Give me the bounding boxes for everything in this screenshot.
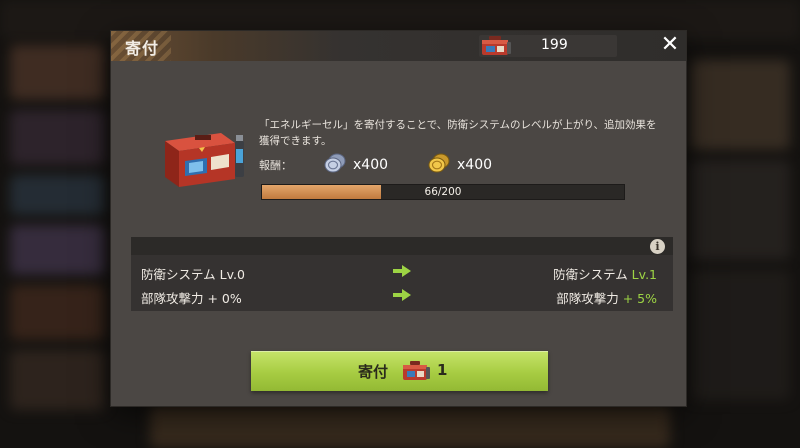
dialog-title: 寄付 [125,39,160,58]
donate-button[interactable]: 寄付 1 [251,351,548,391]
stat-before: 部隊攻撃力 + 0% [141,291,242,306]
donate-dialog: 寄付 199 ✕ 「エネルギーセル」を寄付することで、防衛システムのレベルが上が… [111,31,686,406]
reward-silver: x400 [323,153,388,177]
reward-silver-amount: x400 [353,157,389,173]
stat-after: 部隊攻撃力 + 5% [556,288,657,307]
stat-after-label: 防衛システム [553,267,632,282]
stats-panel: i 防衛システム Lv.0 防衛システム Lv.1 部隊攻撃力 + 0% 部隊攻… [131,237,673,311]
stat-row-attack: 部隊攻撃力 + 0% 部隊攻撃力 + 5% [131,285,673,307]
donate-button-label: 寄付 [358,363,389,381]
reward-label: 報酬： [259,159,292,172]
progress-text: 66/200 [424,186,462,198]
silver-coin-icon [323,152,347,178]
reward-gold: x400 [427,153,492,177]
donate-button-count: 1 [437,361,448,379]
stat-after: 防衛システム Lv.1 [553,264,657,283]
arrow-right-icon [393,289,411,304]
energy-cell-item-icon [159,123,251,197]
stat-row-level: 防衛システム Lv.0 防衛システム Lv.1 [131,261,673,283]
info-icon[interactable]: i [650,239,665,254]
energy-cell-icon [479,33,513,63]
arrow-right-icon [393,265,411,280]
description-text: 「エネルギーセル」を寄付することで、防衛システムのレベルが上がり、追加効果を獲得… [259,119,657,147]
stat-after-value: Lv.1 [631,267,657,282]
title-bar: 寄付 199 ✕ [111,31,686,61]
gold-coin-icon [427,152,451,178]
energy-cell-counter: 199 [479,35,617,57]
energy-cell-icon [401,358,433,388]
stat-after-label: 部隊攻撃力 [556,291,623,306]
donation-progress-bar: 66/200 [261,184,625,200]
stat-before: 防衛システム Lv.0 [141,267,245,282]
stat-after-value: + 5% [622,291,657,306]
energy-cell-count: 199 [541,37,568,53]
reward-gold-amount: x400 [457,157,493,173]
close-icon[interactable]: ✕ [659,33,681,57]
stats-header: i [131,237,673,255]
